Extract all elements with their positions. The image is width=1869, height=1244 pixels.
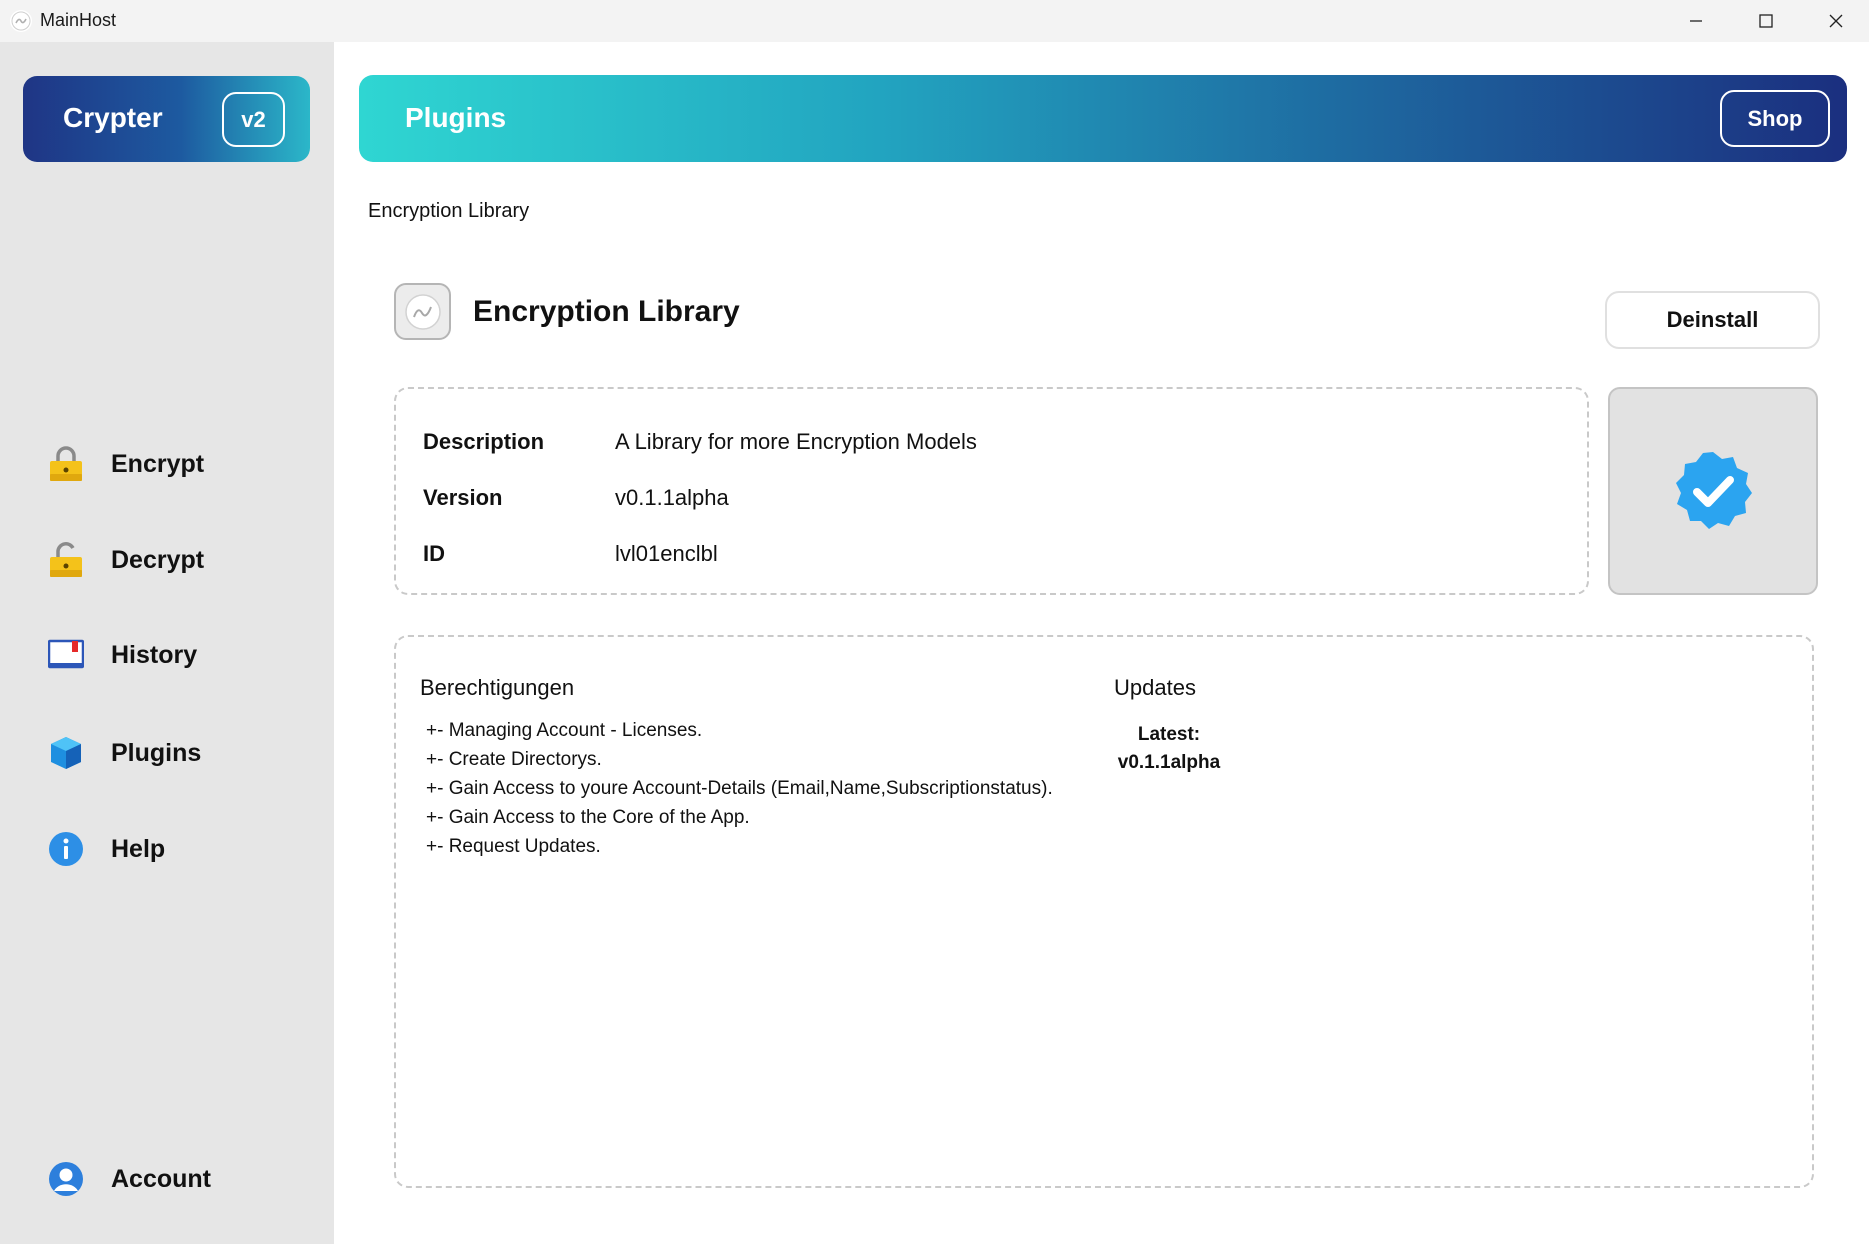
latest-label: Latest: [1137,724,1201,745]
permissions-list: +- Managing Account - Licenses. +- Creat… [426,716,1053,861]
lock-closed-icon [46,444,86,484]
info-key: Version [423,485,503,510]
sidebar-item-encrypt[interactable]: Encrypt [46,439,306,489]
list-item: +- Request Updates. [426,836,601,857]
minimize-button[interactable] [1661,0,1731,42]
deinstall-button[interactable]: Deinstall [1605,291,1820,349]
app-logo-icon [10,10,32,32]
sidebar-item-label: Plugins [111,738,202,767]
info-key: ID [423,541,445,566]
sidebar-item-label: History [111,640,198,669]
cube-icon [46,733,86,773]
permissions-title: Berechtigungen [420,675,575,700]
sidebar-item-plugins[interactable]: Plugins [46,728,306,778]
info-value: v0.1.1alpha [615,485,729,510]
maximize-button[interactable] [1731,0,1801,42]
updates-title: Updates [1114,675,1196,700]
sidebar-item-history[interactable]: History [46,630,306,680]
sidebar-item-help[interactable]: Help [46,824,306,874]
shop-button[interactable]: Shop [1720,90,1830,147]
plugin-title: Encryption Library [473,295,740,328]
breadcrumb[interactable]: Encryption Library [368,200,529,223]
sidebar-item-account[interactable]: Account [46,1154,306,1204]
verified-check-icon [1676,452,1752,529]
info-value: A Library for more Encryption Models [615,429,977,454]
sidebar-item-label: Help [111,834,166,863]
page-title: Plugins [405,102,507,133]
minimize-icon [1690,20,1702,22]
latest-update: Latest: v0.1.1alpha [1114,721,1224,777]
list-item: +- Managing Account - Licenses. [426,720,703,741]
plugin-details-panel: Berechtigungen +- Managing Account - Lic… [394,635,1814,1188]
sidebar: Crypter v2 Encrypt Decrypt History Plugi… [0,42,334,1244]
sidebar-item-label: Account [111,1164,211,1193]
list-item: +- Create Directorys. [426,749,602,770]
info-key: Description [423,429,545,454]
sidebar-item-label: Encrypt [111,449,205,478]
brand-card[interactable]: Crypter v2 [23,76,310,162]
title-bar: MainHost [0,0,1869,42]
lock-open-icon [46,540,86,580]
list-item: +- Gain Access to youre Account-Details … [426,778,1053,799]
plugin-info-panel: Description A Library for more Encryptio… [394,387,1589,595]
page-header: Plugins Shop [359,75,1847,162]
window-title: MainHost [40,10,117,30]
close-button[interactable] [1801,0,1869,42]
maximize-icon [1759,14,1773,28]
close-icon [1829,14,1843,28]
plugin-logo-icon [394,283,451,340]
info-icon [46,829,86,869]
user-icon [46,1159,86,1199]
status-panel [1608,387,1818,595]
brand-name: Crypter [63,102,163,133]
info-value: lvl01enclbl [615,541,718,566]
version-badge: v2 [222,92,285,147]
sidebar-item-decrypt[interactable]: Decrypt [46,535,306,585]
info-row-description: Description A Library for more Encryptio… [423,427,977,457]
info-row-id: ID lvl01enclbl [423,539,718,569]
list-item: +- Gain Access to the Core of the App. [426,807,750,828]
book-icon [46,635,86,675]
latest-version: v0.1.1alpha [1117,752,1221,773]
sidebar-item-label: Decrypt [111,545,205,574]
info-row-version: Version v0.1.1alpha [423,483,729,513]
